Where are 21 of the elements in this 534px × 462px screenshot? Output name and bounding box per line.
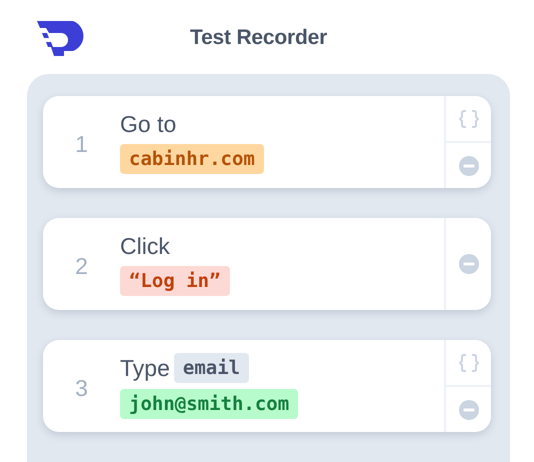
step-number: 3 [74,374,89,402]
braces-icon [458,354,478,372]
step-action: Go to [120,110,176,138]
remove-icon [458,254,478,274]
remove-button[interactable] [446,141,491,188]
step-value: john@smith.com [120,389,298,419]
step-number: 1 [74,130,89,158]
remove-button[interactable] [446,385,491,432]
remove-button[interactable] [446,218,491,310]
step-action: Click [120,232,170,260]
step-value: “Log in” [120,266,230,296]
step-number: 2 [74,252,89,280]
remove-icon [458,400,478,420]
step-action: Type [120,354,170,382]
braces-icon [458,110,478,128]
variable-button[interactable] [446,96,491,141]
field-tag: email [174,353,250,383]
step-value: cabinhr.com [120,144,264,174]
remove-icon [458,156,478,176]
variable-button[interactable] [446,340,491,385]
app-title: Test Recorder [190,26,328,50]
